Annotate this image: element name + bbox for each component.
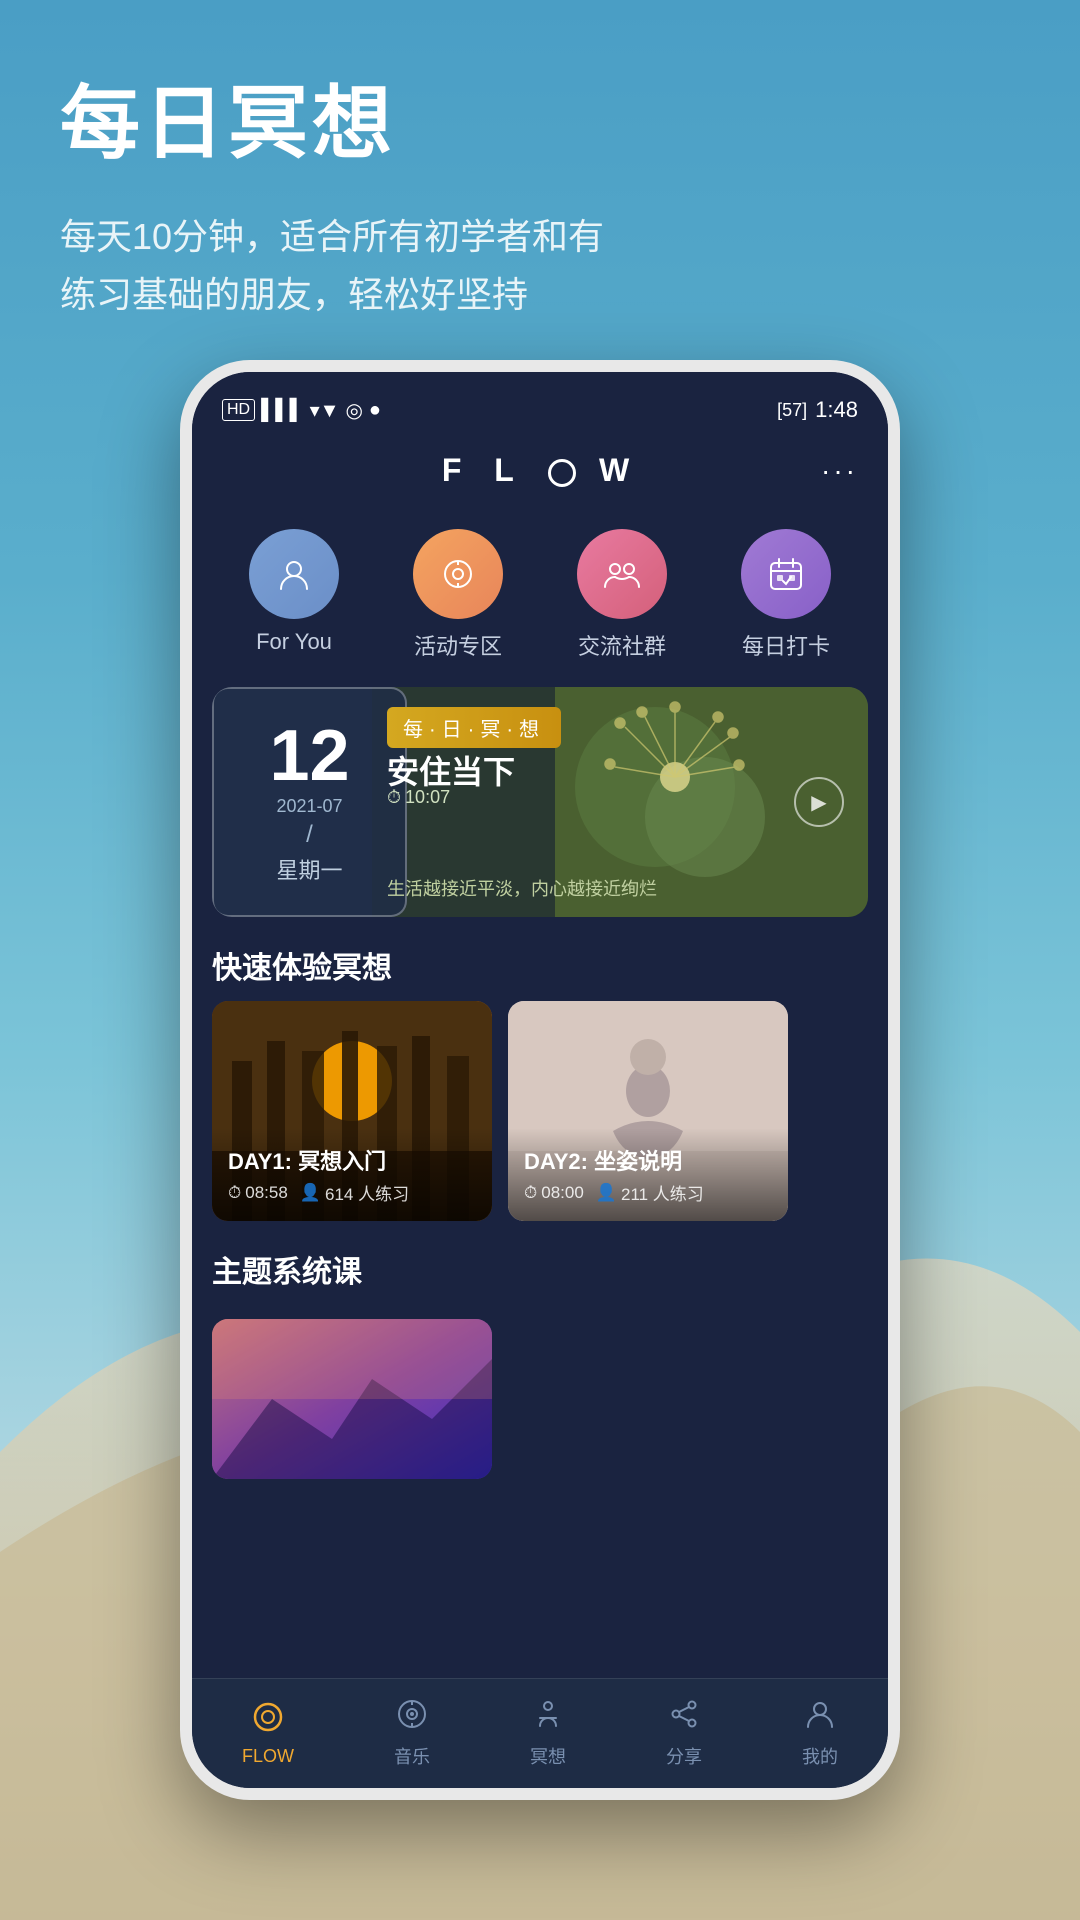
play-button[interactable]: ▶	[794, 777, 844, 827]
card1-users: 👤 614 人练习	[300, 1180, 409, 1205]
app-logo: F L W	[442, 452, 641, 489]
bottom-navigation: FLOW 音乐	[192, 1678, 888, 1788]
daily-date-panel: 12 2021-07 / 星期一	[212, 687, 407, 917]
person-icon-sm: 👤	[300, 1183, 321, 1203]
bottom-nav-music[interactable]: 音乐	[394, 1698, 430, 1769]
quick-section-title: 快速体验冥想	[192, 933, 888, 1001]
status-bar: HD ▌▌▌ ▾▼ ◎ ● [57] 1:48	[192, 372, 888, 432]
nav-activity[interactable]: 活动专区	[413, 529, 503, 661]
card2-meta: ⏱ 08:00 👤 211 人练习	[524, 1180, 772, 1205]
meditation-label: 冥想	[530, 1743, 566, 1769]
day-divider: /	[306, 821, 313, 849]
status-right: [57] 1:48	[777, 397, 858, 423]
community-icon-bg	[577, 529, 667, 619]
daily-time: ⏱ 10:07	[387, 787, 450, 808]
clock-icon: ⏱	[387, 787, 401, 808]
card1-day-label: DAY1: 冥想入门	[228, 1144, 476, 1176]
community-icon	[601, 553, 643, 595]
quick-nav: For You 活动专区	[192, 509, 888, 671]
share-label: 分享	[666, 1743, 702, 1769]
bottom-nav-share[interactable]: 分享	[666, 1698, 702, 1769]
time-display: 1:48	[815, 397, 858, 423]
bottom-nav-flow[interactable]: FLOW	[242, 1701, 294, 1767]
person-icon	[273, 553, 315, 595]
flow-icon	[252, 1701, 284, 1740]
meditation-icon	[532, 1698, 564, 1737]
card2-day-label: DAY2: 坐姿说明	[524, 1144, 772, 1176]
clock-icon-sm2: ⏱	[524, 1183, 537, 1203]
subtitle: 每天10分钟，适合所有初学者和有 练习基础的朋友，轻松好坚持	[60, 208, 1020, 323]
nav-for-you[interactable]: For You	[249, 529, 339, 661]
day-number: 12	[269, 720, 349, 792]
day-date: 2021-07	[276, 796, 342, 817]
daily-checkin-label: 每日打卡	[742, 629, 830, 661]
bottom-nav-profile[interactable]: 我的	[802, 1698, 838, 1769]
card1-overlay: DAY1: 冥想入门 ⏱ 08:58 👤 614 人练习	[212, 1128, 492, 1221]
community-label: 交流社群	[578, 629, 666, 661]
nav-community[interactable]: 交流社群	[577, 529, 667, 661]
theme-card-1[interactable]	[212, 1319, 492, 1479]
wifi-icon: ▾▼	[310, 398, 340, 423]
meditation-card-day2[interactable]: DAY2: 坐姿说明 ⏱ 08:00 👤 211 人练习	[508, 1001, 788, 1221]
music-icon	[396, 1698, 428, 1737]
battery-icon: [57]	[777, 400, 807, 421]
bottom-nav-meditation[interactable]: 冥想	[530, 1698, 566, 1769]
status-left: HD ▌▌▌ ▾▼ ◎ ●	[222, 398, 381, 423]
daily-icon-bg	[741, 529, 831, 619]
music-label: 音乐	[394, 1743, 430, 1769]
hd-badge: HD	[222, 399, 255, 421]
daily-description: 生活越接近平淡，内心越接近绚烂	[387, 875, 657, 901]
day-weekday: 星期一	[276, 853, 342, 885]
daily-meditation-card[interactable]: 12 2021-07 / 星期一 每·日·冥·想 安住当下 ⏱ 10:07 ▶ …	[212, 687, 868, 917]
card1-meta: ⏱ 08:58 👤 614 人练习	[228, 1180, 476, 1205]
daily-tag: 每·日·冥·想	[387, 707, 561, 748]
theme-section-content	[192, 1305, 888, 1479]
card2-users: 👤 211 人练习	[596, 1180, 704, 1205]
clock-icon-sm: ⏱	[228, 1183, 241, 1203]
activity-icon	[437, 553, 479, 595]
activity-label: 活动专区	[414, 629, 502, 661]
card1-duration: ⏱ 08:58	[228, 1180, 288, 1205]
wechat-icon: ●	[369, 399, 381, 422]
signal-icon: ▌▌▌	[261, 399, 304, 422]
card2-duration: ⏱ 08:00	[524, 1180, 584, 1205]
logo-circle	[548, 459, 576, 487]
activity-icon-bg	[413, 529, 503, 619]
more-menu-button[interactable]: ···	[821, 455, 858, 487]
phone-frame: HD ▌▌▌ ▾▼ ◎ ● [57] 1:48 F L W ···	[180, 360, 900, 1800]
calendar-icon	[765, 553, 807, 595]
share-icon	[668, 1698, 700, 1737]
location-icon: ◎	[345, 398, 362, 423]
page-title: 每日冥想	[60, 80, 1020, 168]
profile-label: 我的	[802, 1743, 838, 1769]
quick-meditation-list: DAY1: 冥想入门 ⏱ 08:58 👤 614 人练习	[192, 1001, 888, 1221]
meditation-card-day1[interactable]: DAY1: 冥想入门 ⏱ 08:58 👤 614 人练习	[212, 1001, 492, 1221]
flow-label: FLOW	[242, 1746, 294, 1767]
app-header: F L W ···	[192, 432, 888, 509]
for-you-label: For You	[256, 629, 332, 655]
card2-overlay: DAY2: 坐姿说明 ⏱ 08:00 👤 211 人练习	[508, 1128, 788, 1221]
nav-daily-checkin[interactable]: 每日打卡	[741, 529, 831, 661]
header-section: 每日冥想 每天10分钟，适合所有初学者和有 练习基础的朋友，轻松好坚持	[0, 0, 1080, 323]
theme-section-title: 主题系统课	[192, 1237, 888, 1305]
for-you-icon-bg	[249, 529, 339, 619]
phone-mockup: HD ▌▌▌ ▾▼ ◎ ● [57] 1:48 F L W ···	[180, 360, 900, 1840]
person-icon-sm2: 👤	[596, 1183, 617, 1203]
profile-icon	[804, 1698, 836, 1737]
